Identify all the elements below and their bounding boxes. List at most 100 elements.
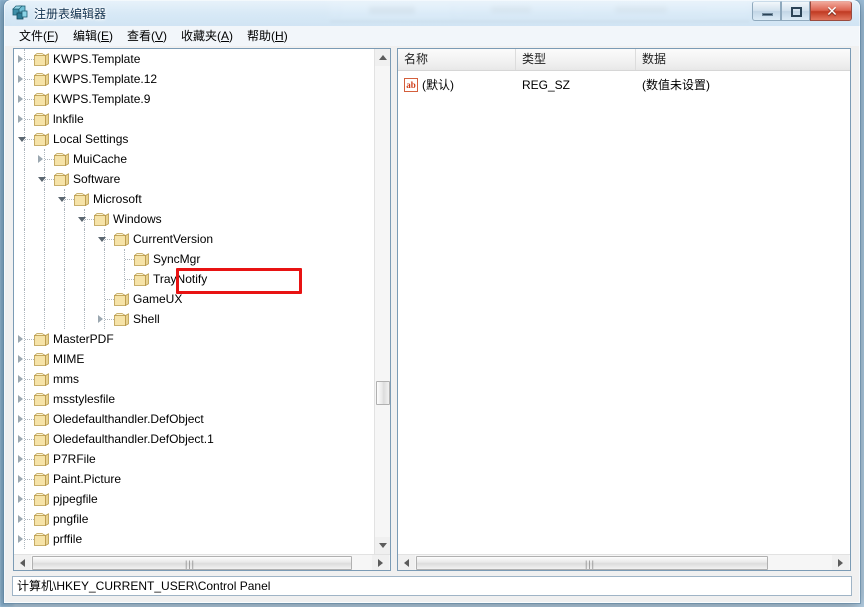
tree-item[interactable]: Local Settings: [14, 129, 374, 149]
tree-item[interactable]: Oledefaulthandler.DefObject: [14, 409, 374, 429]
tree-item[interactable]: msstylesfile: [14, 389, 374, 409]
tree-item[interactable]: Shell: [14, 309, 374, 329]
tree-item[interactable]: prffile: [14, 529, 374, 549]
tree-guide-line: [84, 229, 85, 249]
column-header-data[interactable]: 数据: [636, 49, 850, 70]
tree-collapse-triangle-icon[interactable]: [98, 237, 106, 242]
tree-item[interactable]: KWPS.Template: [14, 49, 374, 69]
tree-item[interactable]: CurrentVersion: [14, 229, 374, 249]
tree-vertical-scrollbar[interactable]: [374, 49, 390, 554]
tree-expand-triangle-icon[interactable]: [18, 395, 23, 403]
folder-icon: [33, 472, 49, 487]
maximize-button[interactable]: [781, 1, 810, 21]
tree-item[interactable]: pngfile: [14, 509, 374, 529]
tree-item[interactable]: MIME: [14, 349, 374, 369]
values-hscroll-thumb[interactable]: |||: [416, 556, 768, 570]
tree-item-label: MuiCache: [73, 152, 128, 166]
tree-guide-stub: [45, 159, 54, 160]
table-row[interactable]: ab (默认) REG_SZ (数值未设置): [398, 75, 850, 95]
tree-item[interactable]: KWPS.Template.12: [14, 69, 374, 89]
folder-icon: [113, 293, 129, 307]
folder-icon: [33, 72, 49, 87]
tree-item[interactable]: pjpegfile: [14, 489, 374, 509]
tree-collapse-triangle-icon[interactable]: [38, 177, 46, 182]
string-value-icon: ab: [404, 78, 418, 92]
tree-expand-triangle-icon[interactable]: [18, 335, 23, 343]
tree-guide-line: [104, 269, 105, 289]
tree-item[interactable]: SyncMgr: [14, 249, 374, 269]
regedit-icon: [12, 5, 28, 20]
values-hscroll-grip: |||: [585, 559, 596, 569]
tree-item[interactable]: Software: [14, 169, 374, 189]
tree-item[interactable]: mms: [14, 369, 374, 389]
close-icon: ✕: [826, 3, 838, 19]
column-header-name[interactable]: 名称: [398, 49, 516, 70]
tree-expand-triangle-icon[interactable]: [18, 375, 23, 383]
menu-item-mnemonic: V: [155, 29, 164, 43]
tree-horizontal-scrollbar[interactable]: |||: [14, 554, 390, 570]
menu-item-label: 查看: [127, 29, 152, 43]
minimize-button[interactable]: [752, 1, 781, 21]
maximize-icon: [791, 7, 802, 17]
tree-item[interactable]: Oledefaulthandler.DefObject.1: [14, 429, 374, 449]
folder-icon: [133, 252, 149, 267]
tree-item[interactable]: lnkfile: [14, 109, 374, 129]
tree-expand-triangle-icon[interactable]: [98, 315, 103, 323]
tree-guide-line: [104, 249, 105, 269]
tree-hscroll-thumb[interactable]: |||: [32, 556, 352, 570]
folder-icon: [53, 173, 69, 187]
folder-icon: [33, 352, 49, 367]
tree-expand-triangle-icon[interactable]: [18, 455, 23, 463]
tree-item[interactable]: TrayNotify: [14, 269, 374, 289]
folder-icon: [73, 192, 89, 207]
tree-item[interactable]: MasterPDF: [14, 329, 374, 349]
tree-guide-stub: [125, 259, 134, 260]
tree-expand-triangle-icon[interactable]: [18, 55, 23, 63]
column-header-type[interactable]: 类型: [516, 49, 636, 70]
tree-scroll-down-button[interactable]: [375, 537, 390, 554]
menu-item-2[interactable]: 编辑(E): [69, 29, 117, 44]
values-horizontal-scrollbar[interactable]: |||: [398, 554, 850, 570]
tree-expand-triangle-icon[interactable]: [38, 155, 43, 163]
menu-item-4[interactable]: 收藏夹(A): [177, 29, 237, 44]
folder-icon: [93, 213, 109, 227]
tree-item[interactable]: KWPS.Template.9: [14, 89, 374, 109]
tree-scroll-right-button[interactable]: [372, 555, 389, 570]
tree-item[interactable]: MuiCache: [14, 149, 374, 169]
tree-collapse-triangle-icon[interactable]: [78, 217, 86, 222]
tree-scroll-up-button[interactable]: [375, 49, 390, 66]
tree-collapse-triangle-icon[interactable]: [18, 137, 26, 142]
tree-guide-stub: [25, 79, 34, 80]
tree-item-label: KWPS.Template.12: [53, 72, 158, 86]
menu-item-mnemonic: H: [275, 29, 284, 43]
values-scroll-left-button[interactable]: [398, 555, 415, 570]
tree-expand-triangle-icon[interactable]: [18, 75, 23, 83]
tree-guide-stub: [25, 519, 34, 520]
menu-item-1[interactable]: 文件(F): [15, 29, 62, 44]
menu-item-3[interactable]: 查看(V): [123, 29, 171, 44]
tree-item[interactable]: GameUX: [14, 289, 374, 309]
tree-expand-triangle-icon[interactable]: [18, 495, 23, 503]
close-button[interactable]: ✕: [810, 1, 852, 21]
tree-expand-triangle-icon[interactable]: [18, 415, 23, 423]
tree-expand-triangle-icon[interactable]: [18, 95, 23, 103]
tree-expand-triangle-icon[interactable]: [18, 355, 23, 363]
tree-item[interactable]: Paint.Picture: [14, 469, 374, 489]
menu-item-5[interactable]: 帮助(H): [243, 29, 292, 44]
tree-expand-triangle-icon[interactable]: [18, 515, 23, 523]
registry-values-pane[interactable]: 名称 类型 数据 ab (默认) REG_SZ (数值未设置) |||: [397, 48, 851, 571]
tree-expand-triangle-icon[interactable]: [18, 535, 23, 543]
tree-expand-triangle-icon[interactable]: [18, 475, 23, 483]
title-bar[interactable]: 注册表编辑器 ✕: [4, 0, 860, 26]
tree-item[interactable]: Microsoft: [14, 189, 374, 209]
tree-item[interactable]: P7RFile: [14, 449, 374, 469]
registry-tree-pane[interactable]: KWPS.Template KWPS.Template.12 KWPS.Templa…: [13, 48, 391, 571]
tree-scroll-thumb[interactable]: [376, 381, 390, 405]
tree-scroll-left-button[interactable]: [14, 555, 31, 570]
tree-expand-triangle-icon[interactable]: [18, 115, 23, 123]
tree-item[interactable]: Windows: [14, 209, 374, 229]
tree-guide-line: [24, 249, 25, 269]
values-scroll-right-button[interactable]: [832, 555, 849, 570]
tree-expand-triangle-icon[interactable]: [18, 435, 23, 443]
tree-collapse-triangle-icon[interactable]: [58, 197, 66, 202]
